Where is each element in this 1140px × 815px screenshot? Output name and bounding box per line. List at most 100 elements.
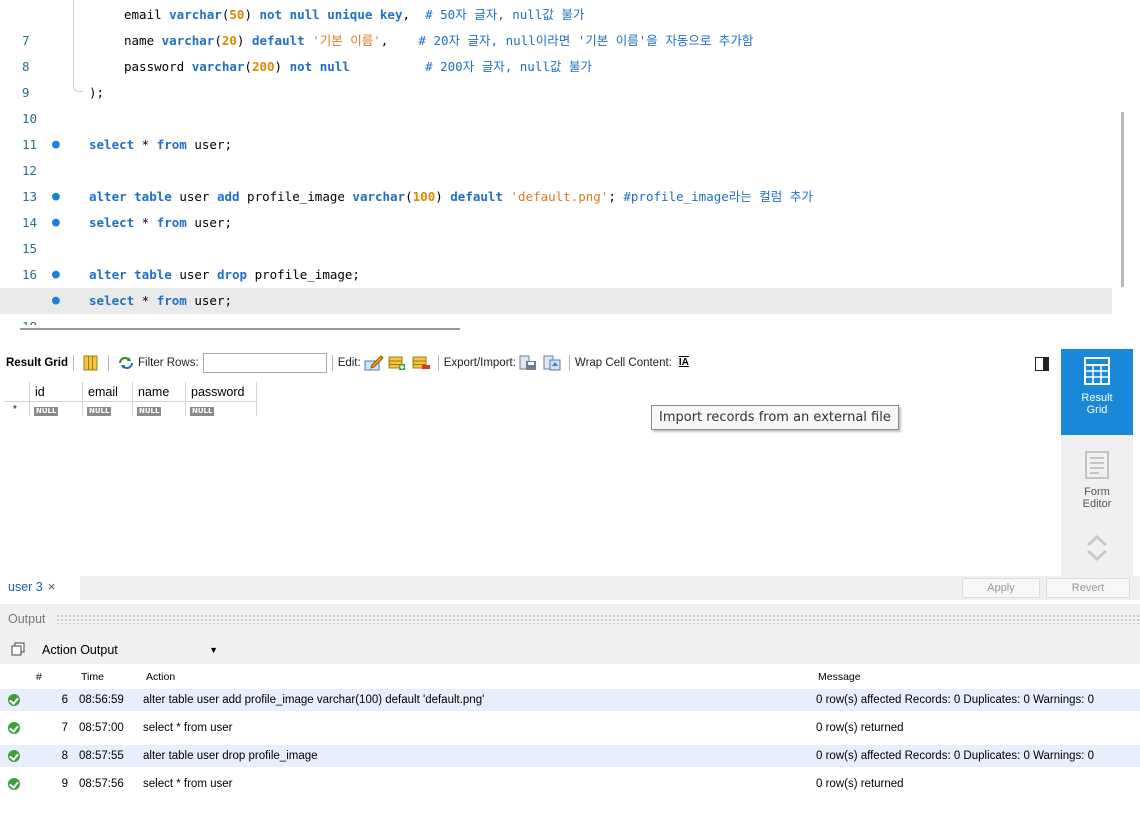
token: user; xyxy=(186,215,232,230)
success-check-icon xyxy=(8,722,20,734)
token: user; xyxy=(186,293,232,308)
token: from xyxy=(156,293,187,308)
token: email xyxy=(124,7,170,22)
copy-icon[interactable] xyxy=(11,642,25,656)
result-grid-tab[interactable]: Result Grid xyxy=(6,357,68,369)
grid-cell[interactable]: NULL xyxy=(83,402,133,416)
token: add xyxy=(216,189,240,204)
code-text: alter table user drop profile_image; xyxy=(89,262,360,288)
token: alter table xyxy=(89,267,172,282)
close-icon[interactable]: × xyxy=(48,579,56,594)
result-grid-icon xyxy=(1084,357,1110,385)
statement-dot-icon: ● xyxy=(52,189,60,204)
token: 50 xyxy=(229,7,245,22)
code-line[interactable]: 9 password varchar(200) not null # 200자 … xyxy=(0,54,1112,100)
null-badge: NULL xyxy=(137,407,162,416)
table-row-new[interactable]: * NULL NULL NULL NULL xyxy=(4,402,257,416)
import-icon[interactable] xyxy=(543,355,561,371)
result-grid-button-label: Result Grid xyxy=(1081,392,1113,416)
side-panel-scroll-arrows[interactable] xyxy=(1061,527,1133,567)
result-grid[interactable]: id email name password * NULL NULL NULL … xyxy=(0,380,1058,575)
editor-vertical-scrollbar[interactable] xyxy=(1121,112,1124,287)
column-header[interactable]: name xyxy=(133,382,186,402)
result-side-panel: Result Grid Form Editor xyxy=(1061,349,1133,594)
code-line[interactable]: 13 xyxy=(0,158,1112,204)
editor-horizontal-scrollbar[interactable] xyxy=(20,328,460,330)
string-literal: 'default.png' xyxy=(510,189,609,204)
code-line[interactable]: 12 ● select * from user; xyxy=(0,132,1112,178)
apply-button[interactable]: Apply xyxy=(962,578,1040,598)
code-line[interactable]: 10 ); xyxy=(0,80,1112,126)
code-line[interactable]: 7 email varchar(50) not null unique key,… xyxy=(0,2,1112,48)
col-time-header[interactable]: Time xyxy=(81,671,104,683)
export-icon[interactable] xyxy=(519,355,537,371)
form-editor-icon xyxy=(1085,451,1109,479)
token: varchar xyxy=(352,189,406,204)
column-header[interactable]: email xyxy=(83,382,133,402)
column-header[interactable]: password xyxy=(186,382,257,402)
tab-user-3[interactable]: user 3 × xyxy=(0,576,80,600)
column-header[interactable]: id xyxy=(30,382,83,402)
null-badge: NULL xyxy=(190,407,215,416)
code-line[interactable]: 17 ● alter table user drop profile_image… xyxy=(0,262,1112,308)
output-row[interactable]: 8 08:57:55 alter table user drop profile… xyxy=(0,745,1140,767)
token: from xyxy=(156,215,187,230)
revert-button[interactable]: Revert xyxy=(1046,578,1130,598)
token: * xyxy=(134,293,157,308)
output-type-select[interactable]: Action Output ▼ xyxy=(34,640,226,660)
output-row-num: 8 xyxy=(61,750,68,762)
comment: # 20자 글자, null이라면 '기본 이름'을 자동으로 추가함 xyxy=(418,33,754,48)
token: ( xyxy=(244,59,252,74)
token: ; xyxy=(608,189,624,204)
dropdown-arrow-icon: ▼ xyxy=(209,645,218,655)
code-line[interactable]: 11 xyxy=(0,106,1112,152)
chevron-down-icon[interactable] xyxy=(1087,549,1107,562)
output-row-message: 0 row(s) affected Records: 0 Duplicates:… xyxy=(816,750,1095,762)
code-line[interactable]: 16 xyxy=(0,236,1112,282)
token: select xyxy=(89,215,135,230)
result-grid-button[interactable]: Result Grid xyxy=(1061,349,1133,435)
delete-row-icon[interactable] xyxy=(412,355,430,371)
insert-row-icon[interactable] xyxy=(388,355,406,371)
filter-rows-input[interactable] xyxy=(202,353,327,373)
divider xyxy=(568,355,570,371)
refresh-icon[interactable] xyxy=(117,355,135,371)
grid-cell[interactable]: NULL xyxy=(133,402,186,416)
grid-cell[interactable]: NULL xyxy=(186,402,257,416)
code-text: select * from user; xyxy=(89,210,232,236)
output-row[interactable]: 9 08:57:56 select * from user 0 row(s) r… xyxy=(0,773,1140,795)
output-row-action: alter table user add profile_image varch… xyxy=(143,694,485,706)
tab-label: user 3 xyxy=(8,580,43,594)
code-line[interactable]: 8 name varchar(20) default '기본 이름', # 20… xyxy=(0,28,1112,74)
output-row-num: 6 xyxy=(61,694,68,706)
col-num-header[interactable]: # xyxy=(36,671,42,683)
code-text: alter table user add profile_image varch… xyxy=(89,184,813,210)
output-row[interactable]: 6 08:56:59 alter table user add profile_… xyxy=(0,689,1140,711)
token: password xyxy=(124,59,192,74)
output-row[interactable]: 7 08:57:00 select * from user 0 row(s) r… xyxy=(0,717,1140,739)
token: ) xyxy=(244,7,260,22)
comment: # 200자 글자, null값 불가 xyxy=(425,59,592,74)
import-tooltip: Import records from an external file xyxy=(651,405,899,430)
form-editor-button[interactable]: Form Editor xyxy=(1061,443,1133,523)
code-line[interactable]: 14 ● alter table user add profile_image … xyxy=(0,184,1112,230)
panel-drag-handle[interactable] xyxy=(56,614,1140,624)
token: select xyxy=(89,293,135,308)
token: , xyxy=(402,7,426,22)
token: name xyxy=(124,33,162,48)
col-message-header[interactable]: Message xyxy=(818,671,861,683)
grid-cell[interactable]: NULL xyxy=(30,402,83,416)
code-line[interactable]: 15 ● select * from user; xyxy=(0,210,1112,256)
output-row-message: 0 row(s) returned xyxy=(816,778,904,790)
wrap-cell-content-icon[interactable]: IA xyxy=(675,355,693,371)
chevron-up-icon[interactable] xyxy=(1087,534,1107,547)
grid-view-icon[interactable] xyxy=(82,355,100,371)
edit-row-icon[interactable] xyxy=(364,355,384,371)
sql-editor[interactable]: 7 email varchar(50) not null unique key,… xyxy=(0,0,1140,325)
col-action-header[interactable]: Action xyxy=(146,671,175,683)
code-line-current[interactable]: 18 ● select * from user; xyxy=(0,288,1112,325)
token: user xyxy=(171,267,217,282)
output-row-action: select * from user xyxy=(143,778,233,790)
toggle-side-panel-icon[interactable] xyxy=(1035,357,1049,371)
